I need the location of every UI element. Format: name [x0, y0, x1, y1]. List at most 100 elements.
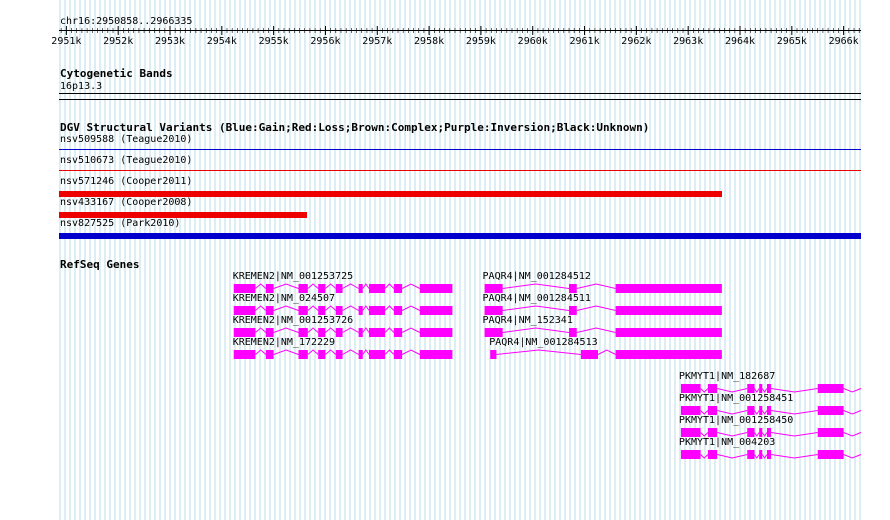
gene-label[interactable]: PKMYT1|NM_001258450 [679, 415, 793, 426]
gene-exon[interactable] [233, 328, 256, 337]
gene-exon[interactable] [233, 306, 256, 315]
gene-exon[interactable] [265, 328, 274, 337]
gene-exon[interactable] [759, 428, 763, 437]
gene-exon[interactable] [707, 406, 718, 415]
gene-exon[interactable] [747, 428, 755, 437]
gene-exon[interactable] [680, 428, 701, 437]
gene-intron [771, 454, 818, 459]
gene-intron [700, 432, 709, 437]
gene-exon[interactable] [368, 284, 386, 293]
gene-exon[interactable] [393, 284, 403, 293]
gene-exon[interactable] [318, 306, 326, 315]
gene-intron [384, 283, 395, 289]
gene-exon[interactable] [368, 306, 386, 315]
gene-exon[interactable] [817, 384, 844, 393]
gene-exon[interactable] [368, 328, 386, 337]
gene-exon[interactable] [265, 306, 274, 315]
gene-exon[interactable] [759, 450, 763, 459]
gene-exon[interactable] [680, 384, 701, 393]
gene-intron [362, 349, 370, 355]
gene-exon[interactable] [335, 328, 343, 337]
gene-exon[interactable] [318, 350, 326, 359]
gene-exon[interactable] [569, 284, 577, 293]
gene-label[interactable]: KREMEN2|NM_172229 [233, 337, 335, 348]
gene-intron [576, 283, 616, 289]
gene-exon[interactable] [766, 406, 772, 415]
gene-exon[interactable] [233, 350, 256, 359]
gene-exon[interactable] [298, 306, 308, 315]
gene-exon[interactable] [358, 350, 363, 359]
gene-exon[interactable] [817, 428, 844, 437]
gene-intron [843, 432, 862, 437]
gene-exon[interactable] [817, 406, 844, 415]
gene-exon[interactable] [358, 328, 363, 337]
gene-exon[interactable] [759, 384, 763, 393]
gene-exon[interactable] [419, 328, 453, 337]
gene-exon[interactable] [419, 284, 453, 293]
gene-exon[interactable] [335, 284, 343, 293]
gene-intron [843, 454, 862, 459]
gene-exon[interactable] [615, 284, 722, 293]
gene-exon[interactable] [615, 306, 722, 315]
gene-intron [384, 349, 395, 355]
gene-exon[interactable] [707, 428, 718, 437]
gene-exon[interactable] [759, 406, 763, 415]
gene-label[interactable]: PKMYT1|NM_004203 [679, 437, 775, 448]
gene-exon[interactable] [817, 450, 844, 459]
gene-exon[interactable] [766, 428, 772, 437]
gene-exon[interactable] [298, 284, 308, 293]
gene-exon[interactable] [358, 284, 363, 293]
gene-label[interactable]: PAQR4|NM_001284513 [489, 337, 597, 348]
gene-intron [754, 388, 760, 393]
gene-intron [717, 410, 748, 415]
gene-exon[interactable] [680, 450, 701, 459]
gene-exon[interactable] [318, 328, 326, 337]
gene-exon[interactable] [335, 306, 343, 315]
gene-exon[interactable] [707, 384, 718, 393]
gene-intron [384, 327, 395, 333]
gene-exon[interactable] [615, 328, 722, 337]
gene-exon[interactable] [484, 284, 503, 293]
gene-intron [273, 305, 299, 311]
gene-label[interactable]: KREMEN2|NM_001253725 [233, 271, 353, 282]
gene-exon[interactable] [747, 406, 755, 415]
gene-exon[interactable] [569, 328, 577, 337]
gene-exon[interactable] [766, 384, 772, 393]
gene-exon[interactable] [615, 350, 722, 359]
gene-exon[interactable] [580, 350, 599, 359]
gene-intron [255, 349, 267, 355]
gene-exon[interactable] [766, 450, 772, 459]
gene-exon[interactable] [318, 284, 326, 293]
gene-exon[interactable] [265, 350, 274, 359]
gene-exon[interactable] [419, 350, 453, 359]
gene-exon[interactable] [707, 450, 718, 459]
gene-exon[interactable] [335, 350, 343, 359]
gene-exon[interactable] [747, 450, 755, 459]
gene-intron [496, 349, 581, 355]
gene-exon[interactable] [368, 350, 386, 359]
gene-exon[interactable] [298, 350, 308, 359]
gene-label[interactable]: PAQR4|NM_001284512 [483, 271, 591, 282]
gene-intron [761, 454, 768, 459]
gene-exon[interactable] [265, 284, 274, 293]
gene-exon[interactable] [569, 306, 577, 315]
gene-label[interactable]: KREMEN2|NM_001253726 [233, 315, 353, 326]
gene-label[interactable]: PKMYT1|NM_001258451 [679, 393, 793, 404]
gene-exon[interactable] [358, 306, 363, 315]
gene-exon[interactable] [490, 350, 497, 359]
gene-exon[interactable] [484, 306, 503, 315]
gene-exon[interactable] [393, 306, 403, 315]
gene-label[interactable]: KREMEN2|NM_024507 [233, 293, 335, 304]
gene-label[interactable]: PAQR4|NM_152341 [483, 315, 573, 326]
gene-exon[interactable] [419, 306, 453, 315]
gene-label[interactable]: PAQR4|NM_001284511 [483, 293, 591, 304]
gene-exon[interactable] [747, 384, 755, 393]
gene-label[interactable]: PKMYT1|NM_182687 [679, 371, 775, 382]
gene-exon[interactable] [298, 328, 308, 337]
gene-exon[interactable] [233, 284, 256, 293]
gene-exon[interactable] [680, 406, 701, 415]
gene-intron [342, 283, 359, 289]
gene-exon[interactable] [393, 350, 403, 359]
gene-exon[interactable] [484, 328, 503, 337]
gene-exon[interactable] [393, 328, 403, 337]
